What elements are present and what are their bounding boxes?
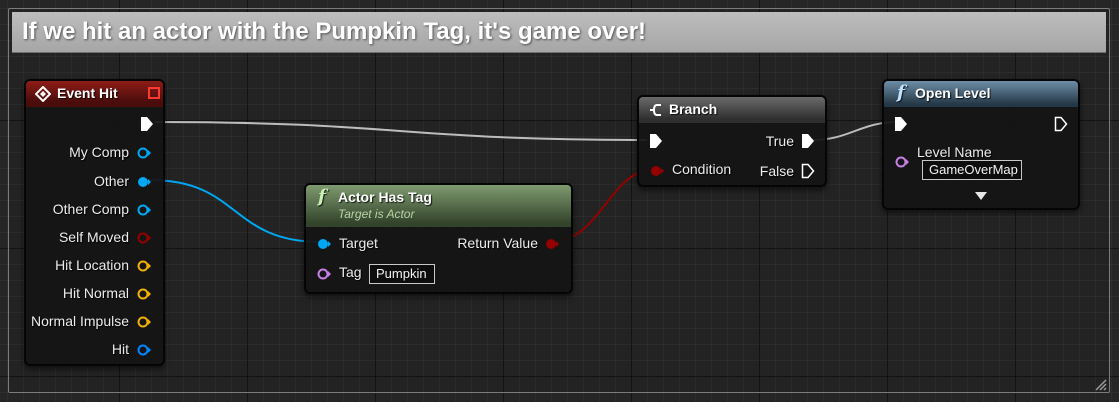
object-pin-target-icon[interactable] bbox=[317, 237, 331, 251]
vector-pin-hit-normal-icon[interactable] bbox=[137, 287, 151, 301]
exec-false-pin-icon[interactable] bbox=[801, 163, 815, 179]
pin-label-return-value: Return Value bbox=[457, 235, 538, 251]
exec-true-pin-icon[interactable] bbox=[801, 133, 815, 149]
event-hit-node[interactable]: Event Hit My Comp Other Other Comp Self … bbox=[24, 79, 165, 366]
name-pin-level-name-icon[interactable] bbox=[895, 155, 909, 169]
pin-label-condition: Condition bbox=[672, 161, 732, 177]
pin-label-false: False bbox=[759, 163, 794, 179]
pin-label-level-name: Level Name bbox=[917, 144, 992, 160]
actor-has-tag-title: Actor Has Tag bbox=[338, 189, 432, 205]
exec-in-pin-icon[interactable] bbox=[649, 133, 663, 149]
pin-label-hit: Hit bbox=[111, 341, 129, 357]
pin-label-my-comp: My Comp bbox=[69, 144, 129, 160]
open-level-title: Open Level bbox=[915, 85, 991, 101]
function-icon: f bbox=[897, 82, 905, 103]
name-pin-tag-icon[interactable] bbox=[317, 267, 331, 281]
object-pin-other-comp-icon[interactable] bbox=[137, 203, 151, 217]
expand-arrow-icon[interactable] bbox=[974, 191, 988, 201]
level-name-input[interactable]: GameOverMap bbox=[922, 160, 1022, 180]
exec-out-pin-icon[interactable] bbox=[1054, 116, 1068, 132]
actor-has-tag-header[interactable]: f Actor Has Tag Target is Actor bbox=[306, 185, 571, 227]
event-diamond-icon bbox=[35, 86, 51, 102]
branch-icon bbox=[650, 104, 661, 116]
pin-label-target: Target bbox=[339, 235, 378, 251]
actor-has-tag-node[interactable]: f Actor Has Tag Target is Actor Target T… bbox=[304, 183, 573, 294]
pin-label-hit-normal: Hit Normal bbox=[62, 285, 129, 301]
exec-out-pin-icon[interactable] bbox=[140, 116, 154, 132]
branch-header[interactable]: Branch bbox=[639, 97, 825, 123]
vector-pin-hit-location-icon[interactable] bbox=[137, 259, 151, 273]
delegate-pin-icon[interactable] bbox=[148, 87, 160, 99]
open-level-node[interactable]: f Open Level Level Name GameOverMap bbox=[882, 79, 1080, 210]
bool-pin-condition-icon[interactable] bbox=[650, 164, 664, 178]
pin-label-other: Other bbox=[93, 173, 129, 189]
pin-label-tag: Tag bbox=[339, 264, 362, 280]
event-hit-title: Event Hit bbox=[57, 85, 118, 101]
object-pin-my-comp-icon[interactable] bbox=[137, 146, 151, 160]
pin-label-true: True bbox=[765, 133, 794, 149]
bool-pin-self-moved-icon[interactable] bbox=[137, 231, 151, 245]
function-icon: f bbox=[318, 186, 326, 207]
bool-pin-return-value-icon[interactable] bbox=[545, 237, 559, 251]
pin-label-hit-location: Hit Location bbox=[55, 257, 129, 273]
pin-label-other-comp: Other Comp bbox=[52, 201, 129, 217]
actor-has-tag-subtitle: Target is Actor bbox=[338, 207, 415, 221]
open-level-header[interactable]: f Open Level bbox=[884, 81, 1078, 107]
pin-label-normal-impulse: Normal Impulse bbox=[30, 313, 129, 329]
tag-value-input[interactable]: Pumpkin bbox=[369, 264, 435, 284]
object-pin-other-icon[interactable] bbox=[137, 175, 151, 189]
branch-title: Branch bbox=[669, 101, 718, 117]
object-wire-other-to-target[interactable] bbox=[149, 179, 322, 243]
exec-wire-hit-to-branch[interactable] bbox=[154, 121, 648, 141]
event-hit-header[interactable]: Event Hit bbox=[26, 81, 163, 107]
pin-label-self-moved: Self Moved bbox=[58, 229, 129, 245]
branch-node[interactable]: Branch True Condition False bbox=[637, 95, 827, 187]
exec-in-pin-icon[interactable] bbox=[894, 116, 908, 132]
vector-pin-normal-impulse-icon[interactable] bbox=[137, 315, 151, 329]
struct-pin-hit-icon[interactable] bbox=[137, 343, 151, 357]
